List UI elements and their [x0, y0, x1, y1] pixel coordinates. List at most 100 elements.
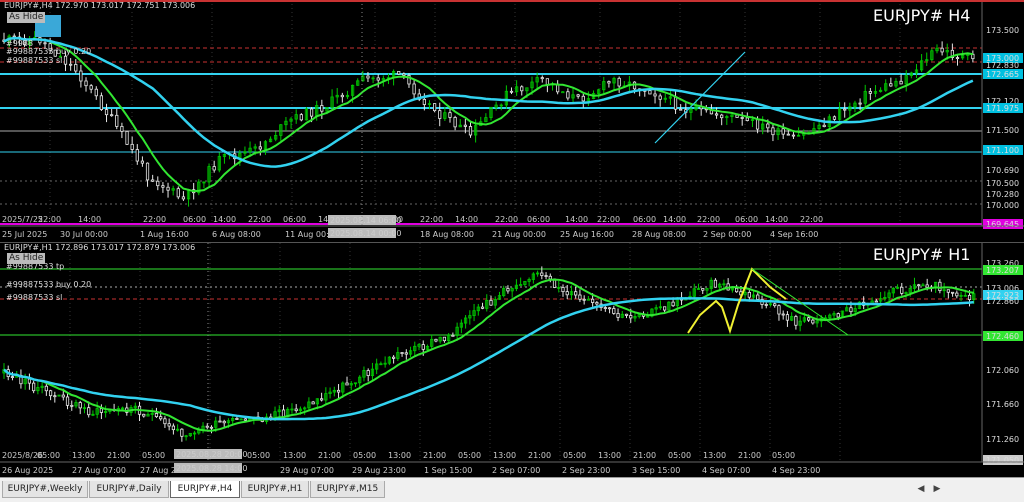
candle-body	[561, 91, 565, 94]
candle-body	[714, 113, 719, 116]
h1-order-sl-label: #99887533 sl	[6, 293, 62, 302]
time-label: 26 Aug 2025	[2, 466, 53, 475]
hour-label: 22:00	[597, 215, 620, 224]
candle-body	[448, 112, 452, 118]
hour-label: 22:00	[38, 215, 61, 224]
candle-body	[624, 313, 629, 316]
hour-label: 21:00	[738, 451, 761, 460]
candle-body	[832, 116, 837, 120]
price-label: 171.260	[986, 435, 1019, 444]
tab-m15[interactable]: EURJPY#,M15	[310, 481, 385, 498]
hour-label: 22:00	[800, 215, 823, 224]
hour-label: 14:00	[765, 215, 788, 224]
candle-body	[917, 284, 921, 287]
ma-fast-line	[3, 37, 974, 193]
candle-body	[874, 300, 878, 303]
candle-body	[617, 77, 621, 87]
candle-body	[785, 314, 790, 321]
candle-body	[745, 117, 749, 121]
price-label: 172.460	[986, 332, 1019, 341]
tab-h1[interactable]: EURJPY#,H1	[241, 481, 309, 498]
hour-label: 13:00	[598, 451, 621, 460]
hour-label: 14:00	[663, 215, 686, 224]
h1-chart-canvas[interactable]: 173.260173.207173.006172.923172.860172.4…	[0, 243, 1024, 478]
candle-body	[548, 275, 552, 280]
hour-label: 06:00	[527, 215, 550, 224]
time-label: 1 Sep 15:00	[424, 466, 472, 475]
candle-body	[766, 123, 770, 129]
time-label: 4 Sep 23:00	[772, 466, 820, 475]
candle-body	[771, 127, 775, 136]
candle-body	[115, 114, 119, 127]
candle-body	[167, 423, 171, 427]
time-label: 2 Sep 07:00	[492, 466, 540, 475]
crosshair-time-top: 2025.08.14 06:00	[330, 216, 401, 225]
tab-h4[interactable]: EURJPY#,H4	[170, 481, 240, 498]
candle-body	[27, 378, 32, 384]
candle-body	[720, 114, 724, 119]
candle-body	[595, 302, 599, 305]
h1-order-buy-label: #99887533 buy 0.20	[6, 280, 91, 289]
candle-body	[366, 370, 370, 376]
candle-body	[663, 306, 667, 311]
price-label: 171.050	[986, 456, 1019, 465]
price-label: 173.207	[986, 266, 1019, 275]
h4-hide-button[interactable]: As Hide	[7, 12, 46, 23]
candle-body	[294, 408, 298, 412]
ma-fast-line	[3, 278, 974, 432]
h1-chart-pane[interactable]: 173.260 173.207 173.006 172.923 172.860 172.4…	[0, 242, 1024, 478]
scroll-right-icon[interactable]: ▶	[930, 482, 944, 496]
candle-body	[135, 149, 139, 162]
hour-label: 14:00	[565, 215, 588, 224]
h4-chart-pane[interactable]: 173.500 173.000 172.830 172.665 172.120 171.9…	[0, 0, 1024, 242]
time-label: 3 Sep 15:00	[632, 466, 680, 475]
candle-body	[889, 83, 893, 87]
hour-label: 14:00	[213, 215, 236, 224]
candle-body	[89, 85, 93, 90]
time-label: 4 Sep 07:00	[702, 466, 750, 475]
candle-body	[781, 313, 785, 316]
candle-body	[747, 292, 751, 298]
hour-label: 14:00	[78, 215, 101, 224]
tab-daily[interactable]: EURJPY#,Daily	[89, 481, 169, 498]
candle-body	[791, 134, 796, 137]
candle-body	[607, 307, 612, 310]
candle-body	[925, 284, 929, 288]
candle-body	[740, 117, 744, 119]
candle-body	[110, 114, 114, 117]
crosshair-time-bottom: 2025.08.14 00:00	[330, 229, 401, 238]
price-label: 171.100	[986, 146, 1019, 155]
candle-body	[32, 382, 36, 392]
candle-body	[156, 180, 160, 187]
time-label: 27 Aug 2	[140, 466, 176, 475]
candle-body	[581, 95, 585, 102]
candle-body	[166, 186, 170, 191]
hour-label: 21:00	[107, 451, 130, 460]
h4-chart-title: EURJPY# H4	[873, 6, 970, 25]
candle-body	[764, 304, 768, 306]
candle-body	[218, 420, 222, 423]
candle-body	[421, 344, 425, 350]
h4-chart-canvas[interactable]: 173.500173.000172.830172.665172.120171.9…	[0, 0, 1024, 242]
h4-order-sl-label: #99887533 sl	[6, 56, 62, 65]
candle-body	[900, 286, 904, 294]
candle-body	[74, 64, 78, 72]
price-label: 170.500	[986, 179, 1019, 188]
h4-symbol-info: EURJPY#,H4 172.970 173.017 172.751 173.0…	[4, 1, 195, 10]
h1-hide-button[interactable]: As Hide	[7, 253, 46, 264]
candle-body	[48, 390, 53, 397]
candle-body	[311, 401, 315, 405]
scroll-left-icon[interactable]: ◀	[914, 482, 928, 496]
tab-weekly[interactable]: EURJPY#,Weekly	[2, 481, 88, 498]
candle-body	[561, 287, 565, 293]
price-label: 172.860	[986, 297, 1019, 306]
candle-body	[836, 313, 840, 318]
price-label: 170.690	[986, 166, 1019, 175]
candle-body	[320, 398, 324, 401]
hour-label: 22:00	[697, 215, 720, 224]
candle-body	[69, 63, 73, 66]
candle-body	[489, 299, 493, 306]
candle-body	[735, 287, 739, 293]
candle-body	[480, 306, 485, 309]
candle-body	[566, 91, 570, 99]
